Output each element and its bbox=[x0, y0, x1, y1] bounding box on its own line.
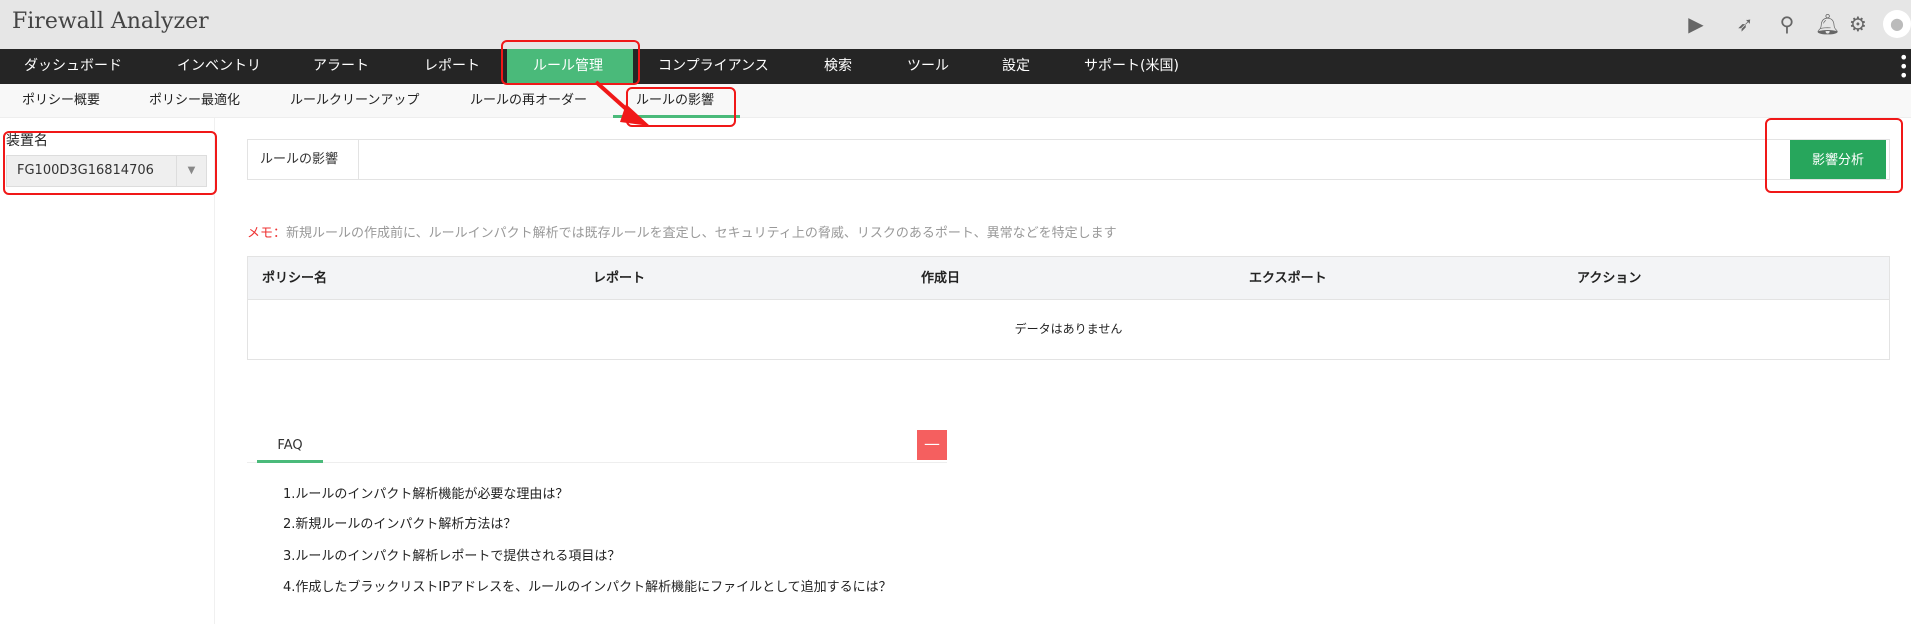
more-menu-icon[interactable]: • • • bbox=[1899, 50, 1908, 84]
column-action: アクション bbox=[1577, 271, 1642, 286]
subnav-policy-optimization[interactable]: ポリシー最適化 bbox=[149, 84, 240, 118]
nav-settings[interactable]: 設定 bbox=[1002, 49, 1030, 84]
nav-dashboard[interactable]: ダッシュボード bbox=[24, 49, 122, 84]
table-header: ポリシー名 レポート 作成日 エクスポート アクション bbox=[248, 257, 1889, 300]
empty-message: データはありません bbox=[1014, 322, 1123, 336]
memo: メモ：新規ルールの作成前に、ルールインパクト解析では既存ルールを査定し、セキュリ… bbox=[247, 222, 1117, 241]
column-report: レポート bbox=[593, 271, 646, 286]
collapse-button[interactable]: — bbox=[917, 430, 947, 460]
rocket-icon[interactable]: ➶ bbox=[1733, 12, 1757, 36]
column-created-date: 作成日 bbox=[921, 271, 961, 286]
subnav-rule-reorder[interactable]: ルールの再オーダー bbox=[470, 84, 587, 118]
user-avatar-icon[interactable]: ● bbox=[1883, 10, 1911, 38]
subnav-rule-cleanup[interactable]: ルールクリーンアップ bbox=[290, 84, 419, 118]
faq-item[interactable]: 4.作成したブラックリストIPアドレスを、ルールのインパクト解析機能にファイルと… bbox=[283, 577, 923, 599]
reports-table: ポリシー名 レポート 作成日 エクスポート アクション データはありません bbox=[247, 256, 1890, 360]
faq-divider bbox=[247, 462, 947, 463]
nav-search[interactable]: 検索 bbox=[824, 49, 852, 84]
sub-nav: ポリシー概要 ポリシー最適化 ルールクリーンアップ ルールの再オーダー ルールの… bbox=[0, 84, 1911, 118]
faq-item[interactable]: 2.新規ルールのインパクト解析方法は？ bbox=[283, 514, 923, 536]
column-policy-name: ポリシー名 bbox=[262, 271, 328, 286]
memo-key: メモ： bbox=[247, 226, 287, 241]
annotation-box-device bbox=[3, 131, 217, 195]
gear-icon[interactable]: ⚙ bbox=[1846, 12, 1870, 36]
column-export: エクスポート bbox=[1249, 271, 1327, 286]
annotation-arrow-icon bbox=[594, 80, 650, 126]
nav-reports[interactable]: レポート bbox=[424, 49, 480, 84]
nav-compliance[interactable]: コンプライアンス bbox=[658, 49, 769, 84]
rule-impact-row: ルールの影響 bbox=[247, 139, 1890, 180]
rule-impact-label: ルールの影響 bbox=[248, 140, 359, 179]
app-title: Firewall Analyzer bbox=[12, 9, 209, 34]
presentation-icon[interactable]: ▶ bbox=[1684, 12, 1708, 36]
nav-tools[interactable]: ツール bbox=[907, 49, 949, 84]
memo-text: 新規ルールの作成前に、ルールインパクト解析では既存ルールを査定し、セキュリティ上… bbox=[286, 226, 1117, 241]
faq-item[interactable]: 1.ルールのインパクト解析機能が必要な理由は？ bbox=[283, 484, 923, 506]
annotation-box-button bbox=[1765, 118, 1903, 193]
nav-alerts[interactable]: アラート bbox=[313, 49, 369, 84]
faq-item[interactable]: 3.ルールのインパクト解析レポートで提供される項目は？ bbox=[283, 546, 923, 568]
subnav-policy-overview[interactable]: ポリシー概要 bbox=[22, 84, 100, 118]
nav-inventory[interactable]: インベントリ bbox=[177, 49, 261, 84]
nav-support[interactable]: サポート(米国) bbox=[1084, 49, 1179, 84]
title-bar: Firewall Analyzer ▶ ➶ ⚲ 🔔︎ ⚙ ● bbox=[0, 0, 1911, 49]
search-icon[interactable]: ⚲ bbox=[1775, 12, 1799, 36]
bell-icon[interactable]: 🔔︎ bbox=[1815, 12, 1840, 36]
main-nav: ダッシュボード インベントリ アラート レポート ルール管理 コンプライアンス … bbox=[0, 49, 1911, 84]
faq-tab[interactable]: FAQ bbox=[257, 433, 323, 463]
